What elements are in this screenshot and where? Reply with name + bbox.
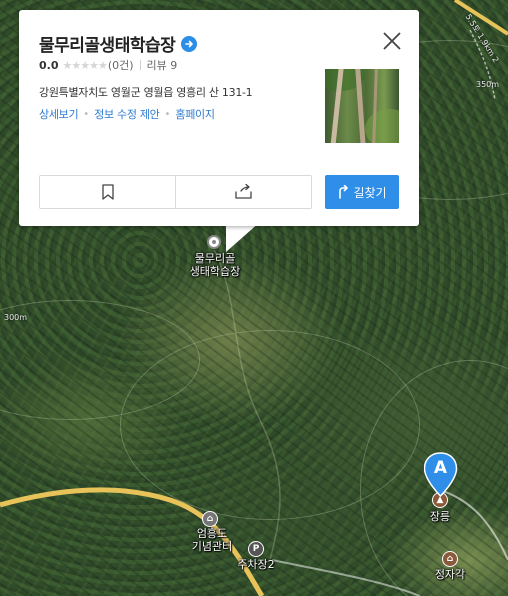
parking-icon[interactable]: P [248,541,264,557]
homepage-link[interactable]: 홈페이지 [175,106,215,122]
suggest-edit-link[interactable]: 정보 수정 제안 [94,106,160,122]
link-separator: • [164,108,171,120]
close-icon [383,32,401,50]
marker-letter: A [433,458,448,478]
place-links: 상세보기 • 정보 수정 제안 • 홈페이지 [39,106,215,122]
parking-label[interactable]: 주차장2 [226,558,286,571]
place-dot-icon[interactable] [207,235,221,249]
directions-label: 길찾기 [353,185,387,200]
directions-button[interactable]: 길찾기 [325,175,399,209]
photo-tree-trunk [355,69,366,143]
place-photo[interactable] [325,69,399,143]
path-jangneung [439,489,508,561]
detail-link[interactable]: 상세보기 [39,106,79,122]
place-address: 강원특별자치도 영월군 영월읍 영흥리 산 131-1 [39,86,253,99]
share-icon [234,184,252,199]
card-pointer [226,222,260,252]
minor-road [271,559,421,596]
share-button[interactable] [175,176,311,208]
close-button[interactable] [381,30,403,52]
rating-count: (0건) [107,59,134,72]
jeongjagak-label[interactable]: 정자각 [426,568,474,581]
rating-row: 0.0 ★★★★★ (0건) 리뷰 9 [39,57,177,73]
jangneung-label[interactable]: 장릉 [420,510,460,523]
divider [139,60,141,70]
forest-path [213,249,281,561]
route-icon [339,185,349,199]
review-link[interactable]: 리뷰 9 [147,57,178,73]
star-rating: ★★★★★ [62,58,108,72]
photo-foliage [365,109,399,143]
contour-label-350: 350m [476,80,500,89]
location-marker-icon[interactable]: A [423,452,460,498]
memorial-hall-label[interactable]: 엄흥도 기념관터 [180,527,244,553]
place-info-card: 물무리골생태학습장 0.0 ★★★★★ (0건) 리뷰 9 강원특별자치도 영월… [19,10,419,226]
contour-label-300: 300m [4,313,28,322]
arrow-right-icon[interactable] [181,35,198,52]
learning-center-label[interactable]: 물무리골 생태학습장 [180,252,250,278]
link-separator: • [83,108,90,120]
save-button[interactable] [40,176,175,208]
bookmark-icon [101,184,114,200]
museum-icon[interactable]: ⌂ [202,511,218,527]
place-title[interactable]: 물무리골생태학습장 [39,31,176,56]
title-row: 물무리골생태학습장 [39,31,198,56]
card-actions [39,175,312,209]
pavilion-icon[interactable]: ⌂ [442,551,458,567]
rating-score: 0.0 [39,58,59,72]
